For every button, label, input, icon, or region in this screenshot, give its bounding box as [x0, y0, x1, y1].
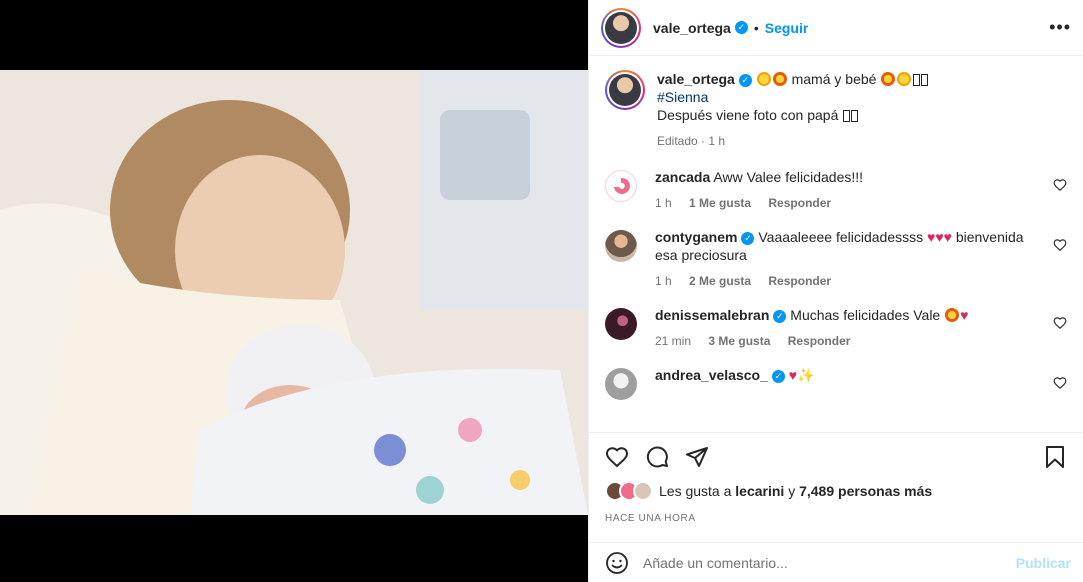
caption-meta: Editado · 1 h: [657, 134, 726, 148]
sun-emoji-icon: [897, 72, 912, 86]
verified-icon: ✓: [738, 73, 752, 87]
header-separator: •: [753, 19, 759, 36]
like-comment-icon[interactable]: [1053, 238, 1067, 252]
star-eyes-emoji-icon: [945, 308, 960, 322]
missing-glyph-icon: [921, 74, 929, 86]
verified-icon: ✓: [734, 21, 748, 34]
reply-button[interactable]: Responder: [788, 334, 851, 348]
comment-time: 1 h: [655, 274, 672, 288]
sparkles-emoji-icon: ✨: [797, 367, 815, 383]
photo-pane: [0, 0, 588, 582]
sun-emoji-icon: [756, 72, 771, 86]
comment-text: Muchas felicidades Vale: [790, 307, 941, 323]
likes-middle: y: [788, 483, 796, 499]
post-photo[interactable]: [0, 70, 588, 516]
post-modal: vale_ortega ✓ • Seguir ••• vale_ortega ✓ …: [0, 0, 1083, 582]
verified-icon: ✓: [741, 231, 755, 245]
star-eyes-emoji-icon: [881, 72, 896, 86]
comment-row: contyganem ✓ Vaaaaleeee felicidadessss ♥♥…: [605, 212, 1067, 290]
save-bookmark-icon[interactable]: [1043, 445, 1067, 469]
share-icon[interactable]: [685, 445, 709, 469]
comments-list[interactable]: vale_ortega ✓ mamá y bebé #Sienna Después…: [589, 56, 1083, 432]
add-comment-bar: Publicar: [589, 542, 1083, 582]
comment-input[interactable]: [643, 554, 1016, 571]
comment-likes[interactable]: 1 Me gusta: [689, 196, 751, 210]
post-header: vale_ortega ✓ • Seguir •••: [589, 0, 1083, 56]
comment-row: denissemalebran ✓ Muchas felicidades Vale…: [605, 290, 1067, 350]
likes-count-link[interactable]: 7,489 personas más: [799, 483, 932, 499]
comment-row: andrea_velasco_ ✓ ♥✨: [605, 350, 1067, 400]
reply-button[interactable]: Responder: [768, 196, 831, 210]
more-options-icon[interactable]: •••: [1049, 17, 1071, 38]
comment-avatar[interactable]: [605, 368, 637, 400]
like-comment-icon[interactable]: [1053, 376, 1067, 390]
post-sidebar: vale_ortega ✓ • Seguir ••• vale_ortega ✓ …: [588, 0, 1083, 582]
caption-entry: vale_ortega ✓ mamá y bebé #Sienna Después…: [605, 56, 1067, 150]
red-heart-emoji-icon: ♥: [960, 307, 969, 323]
follow-button[interactable]: Seguir: [765, 20, 809, 36]
photo-illustration: [0, 70, 588, 516]
comment-likes[interactable]: 2 Me gusta: [689, 274, 751, 288]
publish-button[interactable]: Publicar: [1016, 555, 1071, 571]
caption-avatar[interactable]: [605, 70, 645, 110]
caption-line-2: Después viene foto con papá: [657, 107, 839, 123]
comment-avatar[interactable]: [605, 308, 637, 340]
comment-avatar[interactable]: [605, 230, 637, 262]
likes-prefix: Les gusta a: [659, 483, 732, 499]
like-comment-icon[interactable]: [1053, 178, 1067, 192]
hashtag-link[interactable]: #Sienna: [657, 88, 1057, 106]
post-time-ago[interactable]: Hace una hora: [605, 513, 1067, 524]
comment-avatar[interactable]: [605, 170, 637, 202]
comment-time: 1 h: [655, 196, 672, 210]
author-avatar[interactable]: [601, 7, 641, 48]
author-username[interactable]: vale_ortega: [653, 20, 731, 36]
missing-glyph-icon: [851, 110, 859, 122]
caption-username[interactable]: vale_ortega: [657, 71, 735, 87]
comment-username[interactable]: denissemalebran: [655, 307, 769, 323]
like-comment-icon[interactable]: [1053, 316, 1067, 330]
comment-username[interactable]: andrea_velasco_: [655, 367, 768, 383]
red-heart-emoji-icon: ♥: [943, 229, 952, 245]
red-heart-emoji-icon: ♥: [788, 367, 798, 383]
likes-user-link[interactable]: lecarini: [735, 483, 784, 499]
emoji-picker-icon[interactable]: [605, 551, 629, 575]
missing-glyph-icon: [913, 74, 921, 86]
comment-likes[interactable]: 3 Me gusta: [708, 334, 770, 348]
comment-text: Aww Valee felicidades!!!: [713, 169, 864, 185]
comment-username[interactable]: contyganem: [655, 229, 737, 245]
reply-button[interactable]: Responder: [768, 274, 831, 288]
likers-avatars[interactable]: [605, 481, 653, 501]
comment-time: 21 min: [655, 334, 692, 348]
comment-row: zancada Aww Valee felicidades!!! 1 h 1 M…: [605, 150, 1067, 212]
verified-icon: ✓: [771, 369, 785, 383]
verified-icon: ✓: [773, 309, 787, 323]
post-actions: Les gusta a lecarini y 7,489 personas má…: [589, 432, 1083, 582]
comment-username[interactable]: zancada: [655, 169, 710, 185]
star-eyes-emoji-icon: [772, 72, 787, 86]
caption-text: mamá y bebé: [791, 71, 877, 87]
comment-text: Vaaaaleeee felicidadessss: [758, 229, 924, 245]
comment-icon[interactable]: [645, 445, 669, 469]
like-icon[interactable]: [605, 445, 629, 469]
likes-summary: Les gusta a lecarini y 7,489 personas má…: [605, 481, 1067, 501]
missing-glyph-icon: [843, 110, 851, 122]
red-heart-emoji-icon: ♥: [935, 229, 944, 245]
